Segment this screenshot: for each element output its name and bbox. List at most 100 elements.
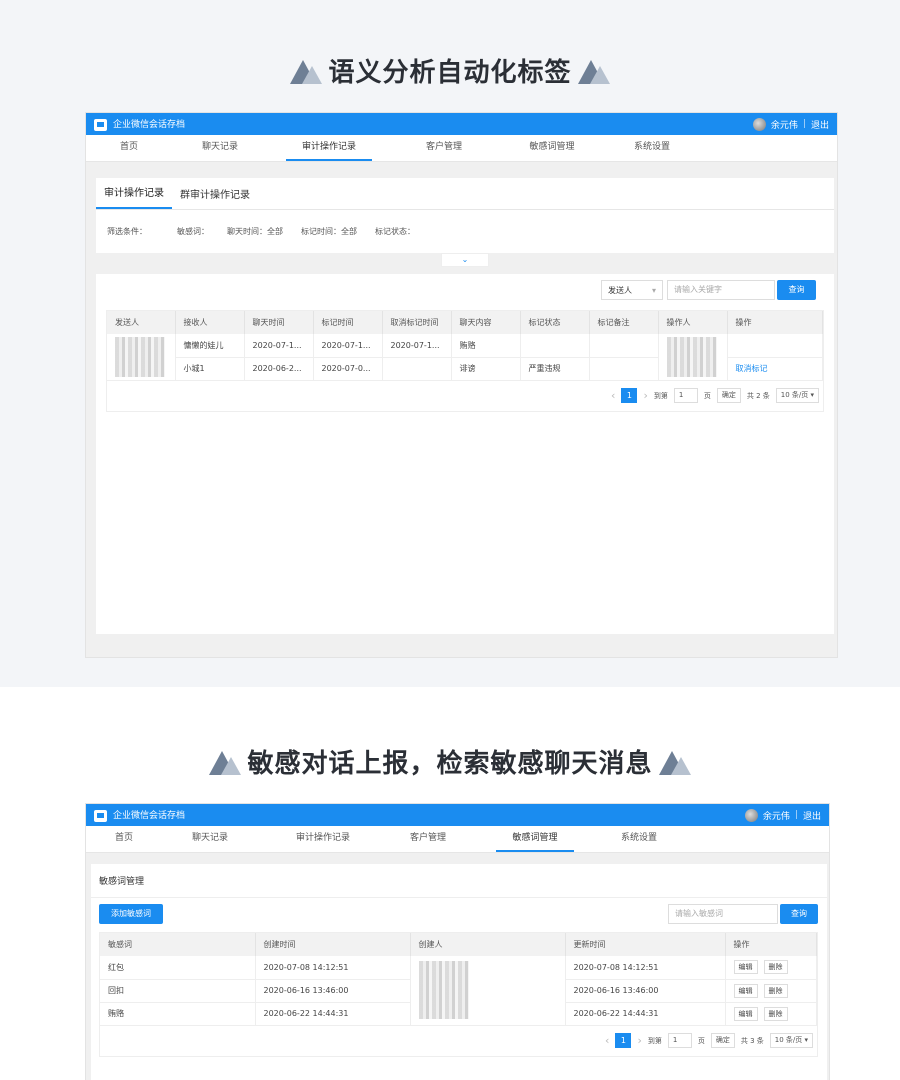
delete-button[interactable]: 删除 [763,1006,788,1021]
search-field-select[interactable]: 发送人 ▾ [601,280,663,300]
user-name[interactable]: 余元伟 [763,809,790,822]
table-cell: 2020-06-22 14:44:31 [565,1002,726,1026]
main-nav: 首页 聊天记录 审计操作记录 客户管理 敏感词管理 系统设置 [86,826,829,853]
blurred-avatar [418,961,469,1020]
table-row: 慵懒的娃儿 2020-07-1... 2020-07-1... 2020-07-… [107,334,823,381]
expand-filters-toggle[interactable]: ⌄ [441,253,489,267]
goto-confirm-button[interactable]: 确定 [710,1033,735,1048]
table-cell: 回扣 [100,979,256,1003]
nav-chat-records[interactable]: 聊天记录 [172,135,268,161]
delete-button[interactable]: 删除 [763,960,788,975]
blurred-avatar [666,336,717,377]
goto-label: 到第 [647,1036,662,1045]
page-1-button[interactable]: 1 [621,388,638,403]
edit-button[interactable]: 编辑 [733,960,758,975]
sensitive-word-search-input[interactable]: 请输入敏感词 [668,904,778,924]
action-cell: 编辑 删除 [725,1002,817,1026]
table-cell: 2020-07-0... [313,357,383,381]
filter-mark-time[interactable]: 标记时间：全部 [301,226,357,237]
operator-cell [658,334,728,381]
table-cell: 2020-06-22 14:44:31 [255,1002,411,1026]
tab-audit-records[interactable]: 审计操作记录 [96,184,172,209]
nav-customers[interactable]: 客户管理 [396,135,492,161]
filter-mark-status[interactable]: 标记状态： [375,226,415,237]
col-created: 创建时间 [255,933,411,956]
card-title: 敏感词管理 [91,864,827,898]
prev-page-icon[interactable]: ‹ [605,1034,609,1047]
nav-customers[interactable]: 客户管理 [380,826,476,852]
avatar[interactable] [752,117,766,131]
delete-button[interactable]: 删除 [763,983,788,998]
unmark-link[interactable]: 取消标记 [727,357,823,381]
filter-chat-time[interactable]: 聊天时间：全部 [227,226,283,237]
logout-link[interactable]: 退出 [811,118,829,131]
prev-page-icon[interactable]: ‹ [611,389,615,402]
filter-card: 审计操作记录 群审计操作记录 筛选条件： 敏感词： 聊天时间：全部 标记时间：全… [96,178,834,253]
table-row: 红包 2020-07-08 14:12:51 2020-07-08 14:12:… [100,956,817,1026]
edit-button[interactable]: 编辑 [733,1006,758,1021]
app-title: 企业微信会话存档 [113,811,186,822]
page-1-button[interactable]: 1 [615,1033,632,1048]
table-cell: 贿赂 [451,334,521,358]
goto-confirm-button[interactable]: 确定 [716,388,741,403]
nav-home[interactable]: 首页 [86,135,172,161]
user-name[interactable]: 余元伟 [771,118,798,131]
edit-button[interactable]: 编辑 [733,983,758,998]
page-size-select[interactable]: 10 条/页 ▾ [769,1033,813,1048]
next-page-icon[interactable]: › [637,1034,641,1047]
next-page-icon[interactable]: › [643,389,647,402]
search-button[interactable]: 查询 [777,280,816,300]
col-unmark-time: 取消标记时间 [382,311,452,334]
nav-home[interactable]: 首页 [86,826,162,852]
nav-audit-records[interactable]: 审计操作记录 [286,135,372,161]
search-button[interactable]: 查询 [780,904,818,924]
logout-link[interactable]: 退出 [803,809,821,822]
sensitive-words-card: 敏感词管理 添加敏感词 请输入敏感词 查询 敏感词 创建时间 创建人 更新时间 … [91,864,827,1080]
record-tabs: 审计操作记录 群审计操作记录 [96,178,834,210]
records-table: 发送人 接收人 聊天时间 标记时间 取消标记时间 聊天内容 标记状态 标记备注 … [107,311,823,381]
table-cell [589,334,659,358]
table-cell: 2020-06-16 13:46:00 [565,979,726,1003]
tab-group-audit-records[interactable]: 群审计操作记录 [172,186,258,209]
mountain-icon [209,749,242,775]
table-cell: 贿赂 [100,1002,256,1026]
col-sender: 发送人 [107,311,176,334]
table-cell: 2020-06-2... [244,357,314,381]
section-2-heading-text: 敏感对话上报，检索敏感聊天消息 [247,749,653,779]
creator-cell [410,956,566,1026]
table-cell: 2020-07-1... [313,334,383,358]
avatar[interactable] [744,808,758,822]
words-table: 敏感词 创建时间 创建人 更新时间 操作 红包 2020-07-08 14:12… [100,933,817,1026]
section-1-heading: 语义分析自动化标签 [0,52,900,89]
nav-chat-records[interactable]: 聊天记录 [162,826,258,852]
records-card: 发送人 ▾ 请输入关键字 查询 发送人 接收人 聊天时间 标记时间 取消标记时间 … [96,274,834,634]
filter-sensitive-word[interactable]: 敏感词： [177,226,209,237]
words-table-wrap: 敏感词 创建时间 创建人 更新时间 操作 红包 2020-07-08 14:12… [99,932,818,1057]
action-cell: 编辑 删除 [725,956,817,980]
keyword-input[interactable]: 请输入关键字 [667,280,775,300]
goto-page-input[interactable]: 1 [673,388,698,403]
table-cell: 2020-07-08 14:12:51 [255,956,411,980]
col-chat-time: 聊天时间 [244,311,314,334]
nav-sensitive-words[interactable]: 敏感词管理 [496,826,574,852]
top-bar: 企业微信会话存档 余元伟 | 退出 [86,804,829,826]
app-logo-icon [94,118,107,131]
col-updated: 更新时间 [565,933,726,956]
separator: | [802,119,806,129]
section-2-heading: 敏感对话上报，检索敏感聊天消息 [0,743,900,780]
page-size-select[interactable]: 10 条/页 ▾ [775,388,819,403]
nav-settings[interactable]: 系统设置 [612,135,692,161]
table-cell [727,334,823,358]
total-count: 共 3 条 [740,1036,764,1045]
app-title: 企业微信会话存档 [113,120,186,131]
add-sensitive-word-button[interactable]: 添加敏感词 [99,904,163,924]
col-chat-content: 聊天内容 [451,311,521,334]
nav-sensitive-words[interactable]: 敏感词管理 [504,135,600,161]
top-bar: 企业微信会话存档 余元伟 | 退出 [86,113,837,135]
goto-page-input[interactable]: 1 [667,1033,692,1048]
app-logo-icon [94,809,107,822]
nav-audit-records[interactable]: 审计操作记录 [278,826,368,852]
filter-bar: 筛选条件： 敏感词： 聊天时间：全部 标记时间：全部 标记状态： [96,210,834,253]
nav-settings[interactable]: 系统设置 [594,826,684,852]
chevron-down-icon: ⌄ [461,255,469,264]
